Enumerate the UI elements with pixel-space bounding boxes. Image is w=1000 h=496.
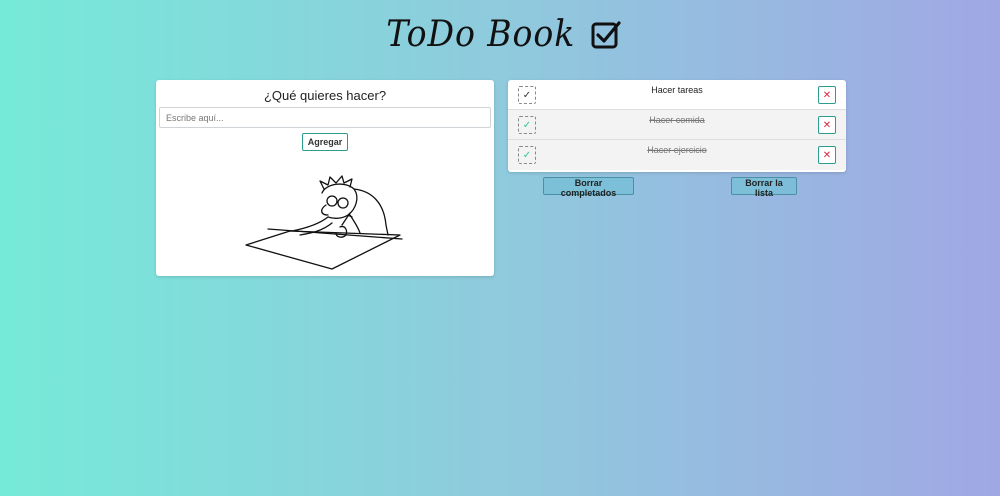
clear-list-button[interactable]: Borrar la lista: [731, 177, 797, 198]
check-icon[interactable]: ✓: [518, 116, 536, 134]
task-text: Hacer comida: [649, 115, 705, 125]
check-icon[interactable]: ✓: [518, 146, 536, 164]
app-title: ToDo Book: [386, 14, 576, 55]
task-text: Hacer ejercicio: [647, 145, 707, 155]
task-text: Hacer tareas: [651, 85, 703, 95]
add-button[interactable]: Agregar: [301, 133, 349, 151]
task-list: ✓ Hacer tareas ✕ ✓ Hacer comida ✕ ✓ Hace…: [508, 80, 846, 172]
task-row: ✓ Hacer tareas ✕: [508, 80, 846, 110]
task-input[interactable]: [159, 107, 491, 128]
close-icon[interactable]: ✕: [818, 116, 836, 134]
person-writing-illustration: [245, 175, 403, 270]
form-question: ¿Qué quieres hacer?: [263, 88, 387, 103]
close-icon[interactable]: ✕: [818, 86, 836, 104]
check-icon[interactable]: ✓: [518, 86, 536, 104]
app-header: ToDo Book: [0, 14, 1000, 55]
task-row: ✓ Hacer ejercicio ✕: [508, 140, 846, 170]
add-task-card: ¿Qué quieres hacer? Agregar: [156, 80, 494, 276]
task-row: ✓ Hacer comida ✕: [508, 110, 846, 140]
clear-completed-button[interactable]: Borrar completados: [543, 177, 634, 198]
close-icon[interactable]: ✕: [818, 146, 836, 164]
checkbox-checked-icon: [591, 20, 621, 48]
